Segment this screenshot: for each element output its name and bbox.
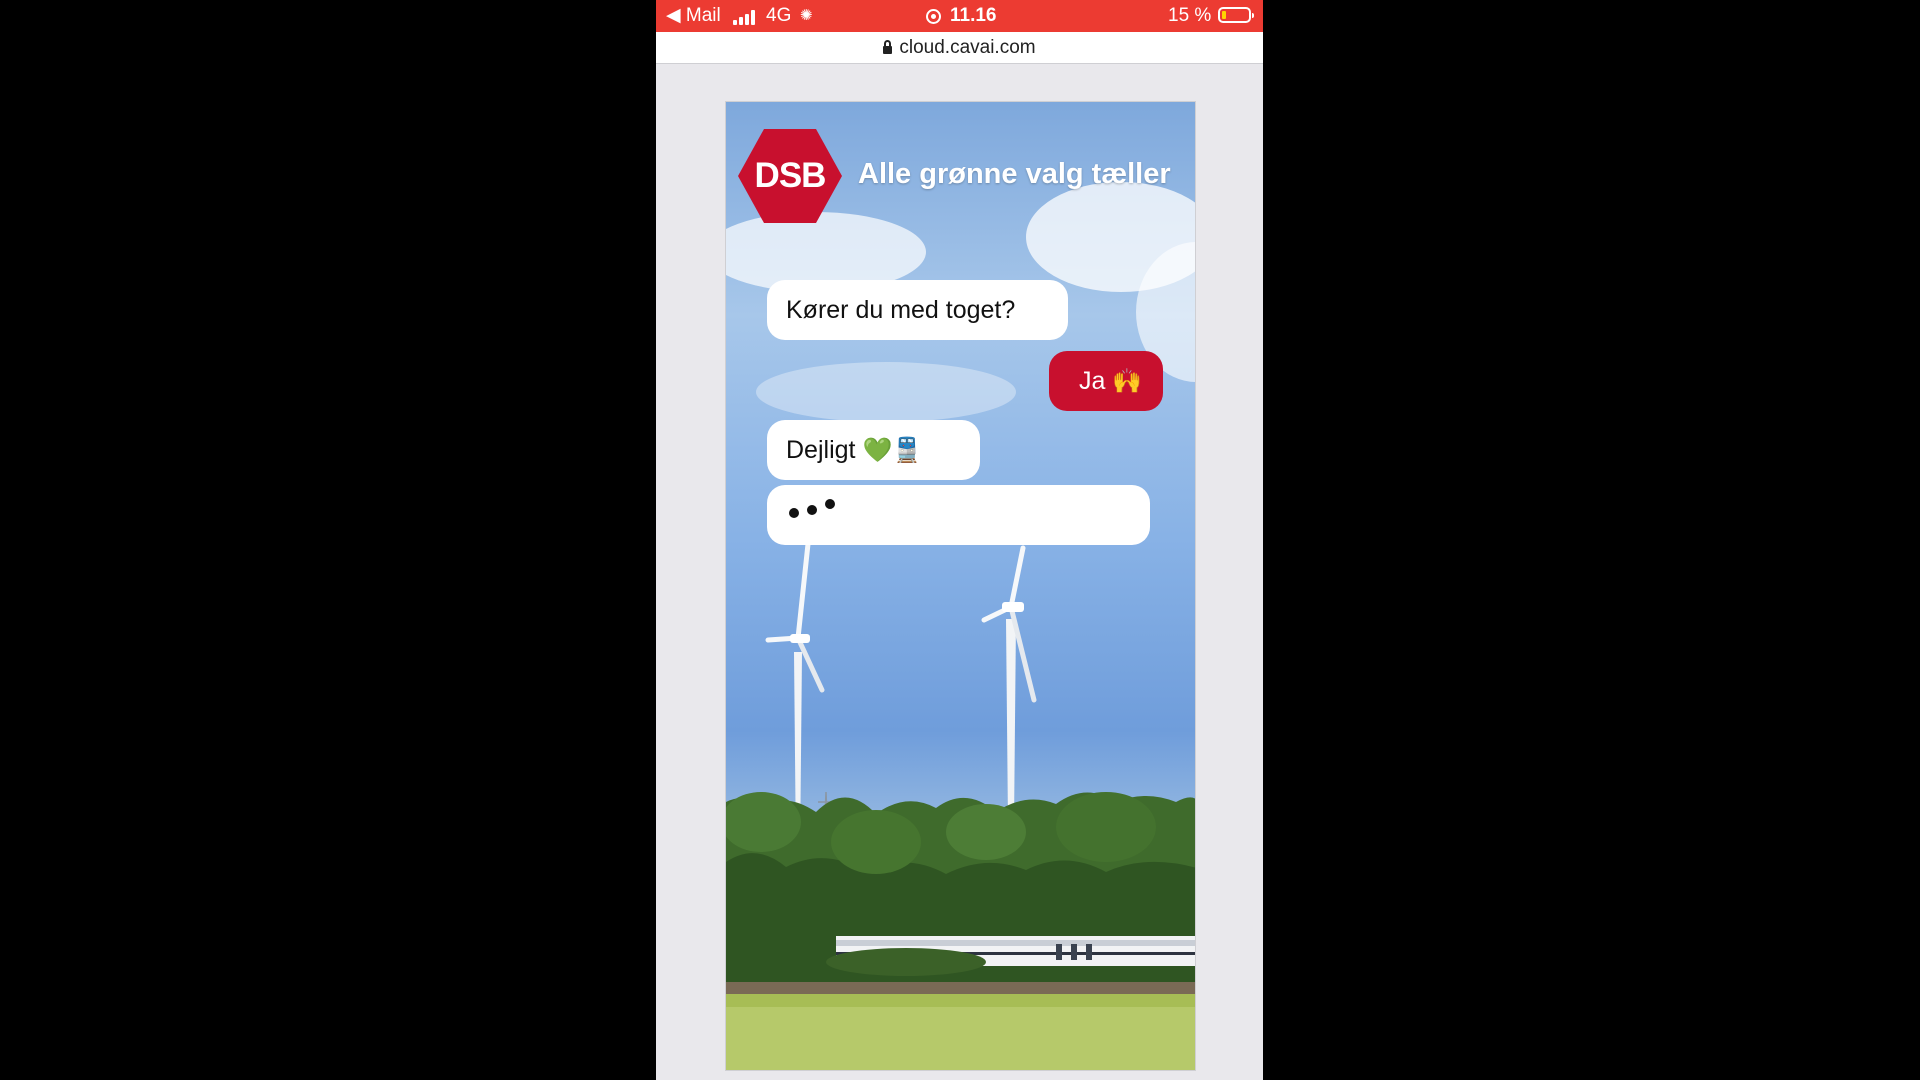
phone-screen: ◀ Mail 4G ✺ 11.16 15 % cloud.cavai.com D… <box>656 0 1263 1080</box>
chat-bubble-user-reply[interactable]: Ja 🙌 <box>1049 351 1163 411</box>
back-to-mail-link[interactable]: ◀ Mail <box>666 6 721 26</box>
user-reply-text: Ja <box>1079 367 1106 395</box>
bot-question-text: Kører du med toget? <box>786 296 1016 324</box>
lock-icon <box>883 40 893 54</box>
dsb-ad-banner[interactable]: DSB Alle grønne valg tæller Kører du med… <box>725 101 1196 1071</box>
address-bar[interactable]: cloud.cavai.com <box>656 32 1263 64</box>
wind-turbine-right <box>981 545 1037 824</box>
orientation-lock-icon <box>926 9 941 24</box>
activity-spinner-icon: ✺ <box>800 7 813 24</box>
chat-bubble-typing-indicator <box>767 485 1150 545</box>
url-text: cloud.cavai.com <box>899 37 1036 58</box>
raised-hands-icon: 🙌 <box>1112 368 1143 395</box>
ad-tagline: Alle grønne valg tæller <box>858 158 1171 190</box>
chat-bubble-bot-response: Dejligt 💚🚆 <box>767 420 980 480</box>
clock: 11.16 <box>950 5 997 26</box>
battery-percentage: 15 % <box>1168 5 1212 26</box>
status-bar: ◀ Mail 4G ✺ 11.16 15 % <box>656 0 1263 32</box>
signal-strength-icon <box>733 9 759 25</box>
battery-icon <box>1218 7 1254 23</box>
chat-bubble-bot-question: Kører du med toget? <box>767 280 1068 340</box>
heart-train-icon: 💚🚆 <box>862 437 923 464</box>
landscape-background <box>726 182 1195 1070</box>
bot-response-text: Dejligt <box>786 436 856 464</box>
network-type: 4G <box>766 5 792 26</box>
typing-dots-icon <box>789 499 849 529</box>
